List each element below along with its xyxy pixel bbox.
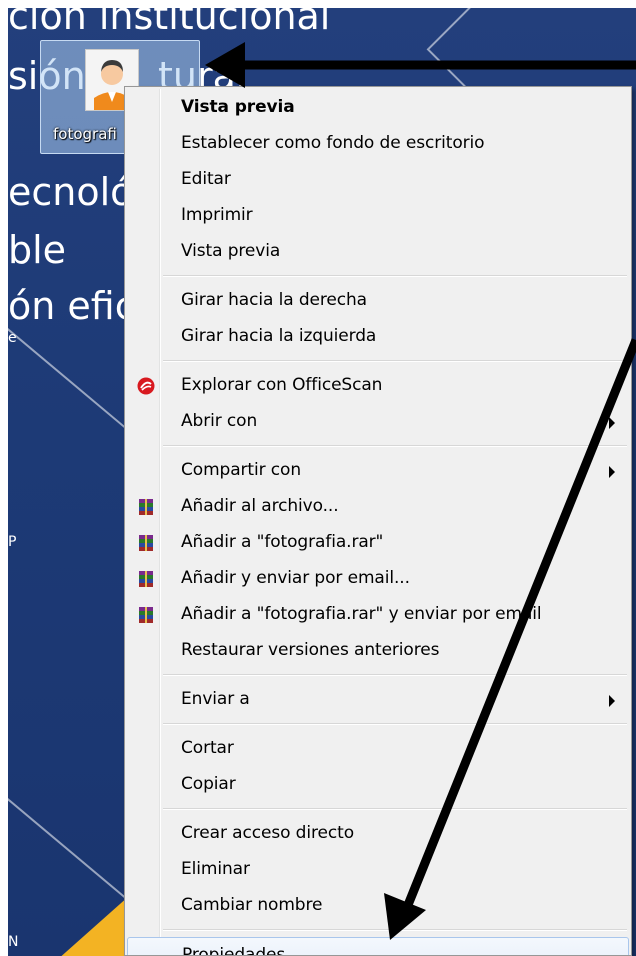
menu-item-label: Propiedades (182, 945, 286, 956)
menu-item-abrir-con[interactable]: Abrir con (127, 404, 629, 440)
menu-item-anadir-y-enviar-por-email[interactable]: Añadir y enviar por email... (127, 561, 629, 597)
menu-separator (163, 723, 627, 725)
menu-item-label: Abrir con (181, 411, 258, 431)
bg-text: N (8, 934, 19, 950)
menu-item-enviar-a[interactable]: Enviar a (127, 682, 629, 718)
menu-item-crear-acceso-directo[interactable]: Crear acceso directo (127, 816, 629, 852)
menu-item-label: Compartir con (181, 460, 302, 480)
officescan-icon (137, 377, 155, 395)
context-menu: Vista previa Establecer como fondo de esc… (124, 86, 632, 956)
menu-item-eliminar[interactable]: Eliminar (127, 852, 629, 888)
menu-separator (163, 275, 627, 277)
winrar-icon (137, 498, 155, 516)
winrar-icon (137, 570, 155, 588)
menu-item-label: Restaurar versiones anteriores (181, 640, 440, 660)
menu-item-explorar-con-officescan[interactable]: Explorar con OfficeScan (127, 368, 629, 404)
menu-item-label: Crear acceso directo (181, 823, 354, 843)
menu-item-vista-previa[interactable]: Vista previa (127, 234, 629, 270)
bg-text: ción institucional (8, 8, 331, 38)
menu-item-anadir-a-fotografia-rar-y-enviar-por-email[interactable]: Añadir a "fotografia.rar" y enviar por e… (127, 597, 629, 633)
menu-item-label: Añadir a "fotografia.rar" (181, 532, 384, 552)
menu-item-label: Girar hacia la derecha (181, 290, 367, 310)
submenu-arrow-icon (609, 695, 615, 707)
menu-item-label: Vista previa (181, 241, 281, 261)
bg-decor-line (8, 798, 131, 903)
winrar-icon (137, 534, 155, 552)
submenu-arrow-icon (609, 417, 615, 429)
menu-item-cortar[interactable]: Cortar (127, 731, 629, 767)
submenu-arrow-icon (609, 466, 615, 478)
menu-separator (163, 808, 627, 810)
menu-item-label: Cortar (181, 738, 234, 758)
menu-separator (163, 674, 627, 676)
menu-item-compartir-con[interactable]: Compartir con (127, 453, 629, 489)
menu-separator (163, 360, 627, 362)
menu-item-label: Editar (181, 169, 231, 189)
menu-item-label: Establecer como fondo de escritorio (181, 133, 485, 153)
menu-item-editar[interactable]: Editar (127, 162, 629, 198)
menu-item-label: Añadir y enviar por email... (181, 568, 410, 588)
menu-item-anadir-a-fotografia-rar[interactable]: Añadir a "fotografia.rar" (127, 525, 629, 561)
bg-text: e (8, 330, 17, 346)
menu-item-label: Añadir al archivo... (181, 496, 339, 516)
menu-separator (163, 929, 627, 931)
bg-text: ecnoló (8, 170, 134, 214)
menu-item-label: Añadir a "fotografia.rar" y enviar por e… (181, 604, 542, 624)
menu-item-anadir-al-archivo[interactable]: Añadir al archivo... (127, 489, 629, 525)
menu-item-label: Enviar a (181, 689, 250, 709)
menu-item-cambiar-nombre[interactable]: Cambiar nombre (127, 888, 629, 924)
menu-item-label: Imprimir (181, 205, 253, 225)
menu-item-copiar[interactable]: Copiar (127, 767, 629, 803)
menu-item-establecer-como-fondo-de-escritorio[interactable]: Establecer como fondo de escritorio (127, 126, 629, 162)
bg-text: ble (8, 228, 67, 272)
winrar-icon (137, 606, 155, 624)
menu-item-propiedades[interactable]: Propiedades (127, 937, 629, 956)
menu-item-label: Vista previa (181, 97, 295, 117)
menu-item-imprimir[interactable]: Imprimir (127, 198, 629, 234)
bg-text: P (8, 534, 17, 550)
menu-item-label: Girar hacia la izquierda (181, 326, 377, 346)
menu-item-label: Copiar (181, 774, 236, 794)
menu-item-label: Eliminar (181, 859, 250, 879)
file-icon-label: fotografi (53, 125, 117, 143)
menu-item-vista-previa[interactable]: Vista previa (127, 90, 629, 126)
menu-item-girar-hacia-la-derecha[interactable]: Girar hacia la derecha (127, 283, 629, 319)
menu-separator (163, 445, 627, 447)
menu-item-restaurar-versiones-anteriores[interactable]: Restaurar versiones anteriores (127, 633, 629, 669)
bg-text: ón efic (8, 284, 136, 328)
menu-item-label: Cambiar nombre (181, 895, 323, 915)
menu-item-girar-hacia-la-izquierda[interactable]: Girar hacia la izquierda (127, 319, 629, 355)
menu-item-label: Explorar con OfficeScan (181, 375, 383, 395)
bg-decor-line (428, 8, 472, 50)
